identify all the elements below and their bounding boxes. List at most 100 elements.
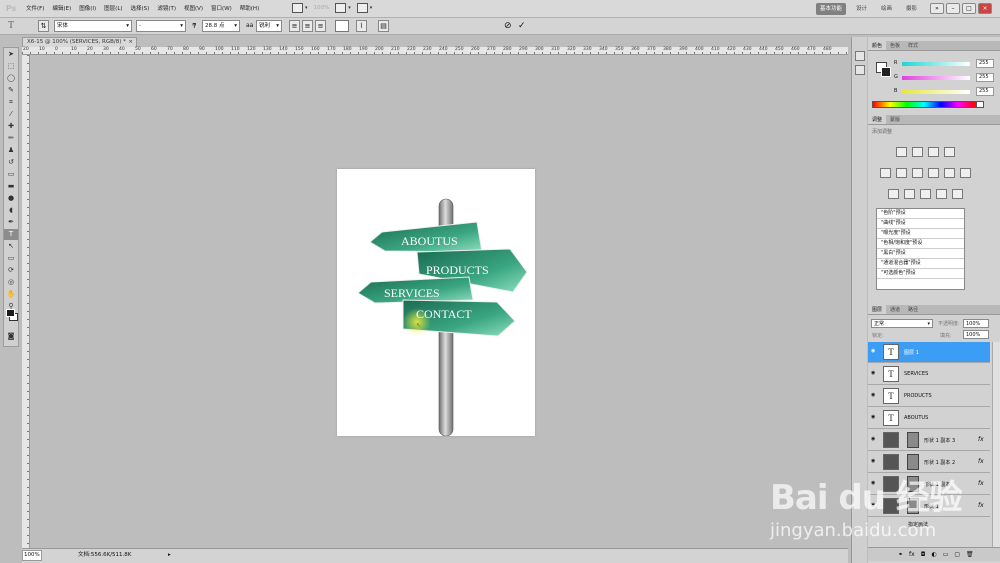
expand-icon[interactable]: »: [930, 3, 944, 14]
ruler-horizontal[interactable]: 20 10 0 10 20 30 40 50 60 70 80 90 100 110 120 130 140 15…: [22, 47, 848, 55]
eraser-tool-icon[interactable]: ▭: [4, 169, 18, 180]
ruler-vertical[interactable]: [22, 55, 30, 548]
bg-color-swatch[interactable]: [881, 67, 891, 77]
workspace-essentials[interactable]: 基本功能: [816, 3, 847, 15]
layer-row[interactable]: ◉ 形状 1 副本 2 fx: [868, 452, 990, 473]
slider-blue[interactable]: B 255: [894, 87, 999, 96]
menu-window[interactable]: 窗口(W): [211, 4, 232, 12]
tab-swatches[interactable]: 色板: [886, 41, 904, 50]
canvas-workspace[interactable]: ABOUTUS PRODUCTS SERVICES CONTACT ↖: [30, 55, 848, 548]
tab-channels[interactable]: 通道: [886, 305, 904, 314]
menu-file[interactable]: 文件(F): [26, 4, 44, 12]
hand-tool-icon[interactable]: ✋: [4, 289, 18, 300]
gradient-tool-icon[interactable]: ▬: [4, 181, 18, 192]
minimize-button[interactable]: –: [946, 3, 960, 14]
invert-icon[interactable]: [888, 189, 899, 199]
blue-track[interactable]: [902, 90, 970, 94]
eye-icon[interactable]: ◉: [871, 393, 877, 398]
commit-edits-icon[interactable]: ✓: [518, 20, 528, 32]
3d-rotate-tool-icon[interactable]: ⟳: [4, 265, 18, 276]
menu-image[interactable]: 图像(I): [79, 4, 96, 12]
align-center-icon[interactable]: ≡: [302, 20, 313, 32]
red-track[interactable]: [902, 62, 970, 66]
channel-mixer-icon[interactable]: [960, 168, 971, 178]
layer-name[interactable]: PRODUCTS: [904, 393, 932, 399]
hue-saturation-icon[interactable]: [896, 168, 907, 178]
layer-name[interactable]: 图层 1: [904, 349, 919, 356]
layer-name[interactable]: ABOUTUS: [904, 415, 928, 421]
add-mask-icon[interactable]: ◘: [921, 551, 926, 558]
healing-brush-tool-icon[interactable]: ✚: [4, 121, 18, 132]
threshold-icon[interactable]: [920, 189, 931, 199]
selective-color-icon[interactable]: [952, 189, 963, 199]
blend-mode-select[interactable]: 正常 ▾: [871, 319, 933, 328]
new-group-icon[interactable]: ▭: [943, 551, 949, 558]
crop-tool-icon[interactable]: ⌗: [4, 97, 18, 108]
layer-name[interactable]: 形状 1 副本 3: [924, 437, 955, 444]
levels-icon[interactable]: [912, 147, 923, 157]
maximize-button[interactable]: □: [962, 3, 976, 14]
preset-channel-mixer[interactable]: "通道混合器"预设: [877, 259, 964, 269]
path-select-tool-icon[interactable]: ↖: [4, 241, 18, 252]
quick-select-tool-icon[interactable]: ✎: [4, 85, 18, 96]
lasso-tool-icon[interactable]: ◯: [4, 73, 18, 84]
preset-levels[interactable]: "色阶"预设: [877, 209, 964, 219]
3d-orbit-tool-icon[interactable]: ◎: [4, 277, 18, 288]
preset-selective-color[interactable]: "可选颜色"预设: [877, 269, 964, 279]
preset-black-white[interactable]: "黑白"预设: [877, 249, 964, 259]
layer-name[interactable]: 形状 1: [924, 503, 939, 510]
foreground-color-swatch[interactable]: [6, 309, 15, 317]
add-style-icon[interactable]: fx: [909, 551, 915, 558]
eye-icon[interactable]: ◉: [871, 415, 877, 420]
brightness-contrast-icon[interactable]: [896, 147, 907, 157]
eye-icon[interactable]: ◉: [871, 459, 877, 464]
new-layer-icon[interactable]: ▢: [954, 551, 960, 558]
new-adjustment-icon[interactable]: ◐: [931, 551, 936, 558]
delete-layer-icon[interactable]: 🗑: [966, 551, 974, 558]
eye-icon[interactable]: ◉: [871, 503, 877, 508]
clone-stamp-tool-icon[interactable]: ♟: [4, 145, 18, 156]
brush-tool-icon[interactable]: ✏: [4, 133, 18, 144]
document-canvas[interactable]: ABOUTUS PRODUCTS SERVICES CONTACT ↖: [337, 169, 535, 436]
gradient-map-icon[interactable]: [936, 189, 947, 199]
black-white-icon[interactable]: [928, 168, 939, 178]
marquee-tool-icon[interactable]: ⬚: [4, 61, 18, 72]
shape-tool-icon[interactable]: ▭: [4, 253, 18, 264]
preset-hue-saturation[interactable]: "色相/饱和度"预设: [877, 239, 964, 249]
fill-field[interactable]: 100%: [963, 330, 989, 339]
align-right-icon[interactable]: ≡: [315, 20, 326, 32]
fx-icon[interactable]: fx: [978, 502, 984, 509]
menu-select[interactable]: 选择(S): [131, 4, 150, 12]
opacity-field[interactable]: 100%: [963, 319, 989, 328]
tab-adjustments[interactable]: 调整: [868, 115, 887, 124]
menu-edit[interactable]: 编辑(E): [52, 4, 71, 12]
layer-name[interactable]: SERVICES: [904, 371, 928, 377]
preset-exposure[interactable]: "曝光度"预设: [877, 229, 964, 239]
photo-filter-icon[interactable]: [944, 168, 955, 178]
menu-help[interactable]: 帮助(H): [240, 4, 259, 12]
fx-icon[interactable]: fx: [978, 458, 984, 465]
blue-value[interactable]: 255: [976, 87, 994, 96]
status-zoom-field[interactable]: 100%: [22, 550, 42, 561]
layer-name[interactable]: 形状 1 副本 2: [924, 459, 955, 466]
pen-tool-icon[interactable]: ✒: [4, 217, 18, 228]
workspace-design[interactable]: 设计: [852, 3, 871, 15]
eye-icon[interactable]: ◉: [871, 481, 877, 486]
arrange-documents-button[interactable]: ▾: [335, 2, 351, 14]
fx-icon[interactable]: fx: [978, 436, 984, 443]
red-value[interactable]: 255: [976, 59, 994, 68]
quick-mask-icon[interactable]: ◙: [4, 331, 18, 342]
cancel-edits-icon[interactable]: ⊘: [504, 20, 514, 32]
workspace-photography[interactable]: 摄影: [902, 3, 921, 15]
move-tool-icon[interactable]: ➤: [4, 49, 18, 60]
align-left-icon[interactable]: ≡: [289, 20, 300, 32]
workspace-painting[interactable]: 绘画: [877, 3, 896, 15]
zoom-level[interactable]: 100%: [314, 2, 330, 14]
warp-text-icon[interactable]: ⌇: [356, 20, 367, 32]
text-color-swatch[interactable]: [335, 20, 349, 32]
document-tab[interactable]: X6-15 @ 100% (SERVICES, RGB/8) * ×: [22, 37, 137, 47]
text-tool-preset-icon[interactable]: T: [8, 20, 24, 32]
fx-icon[interactable]: fx: [978, 480, 984, 487]
tab-styles[interactable]: 样式: [904, 41, 922, 50]
eyedropper-tool-icon[interactable]: ⁄: [4, 109, 18, 120]
